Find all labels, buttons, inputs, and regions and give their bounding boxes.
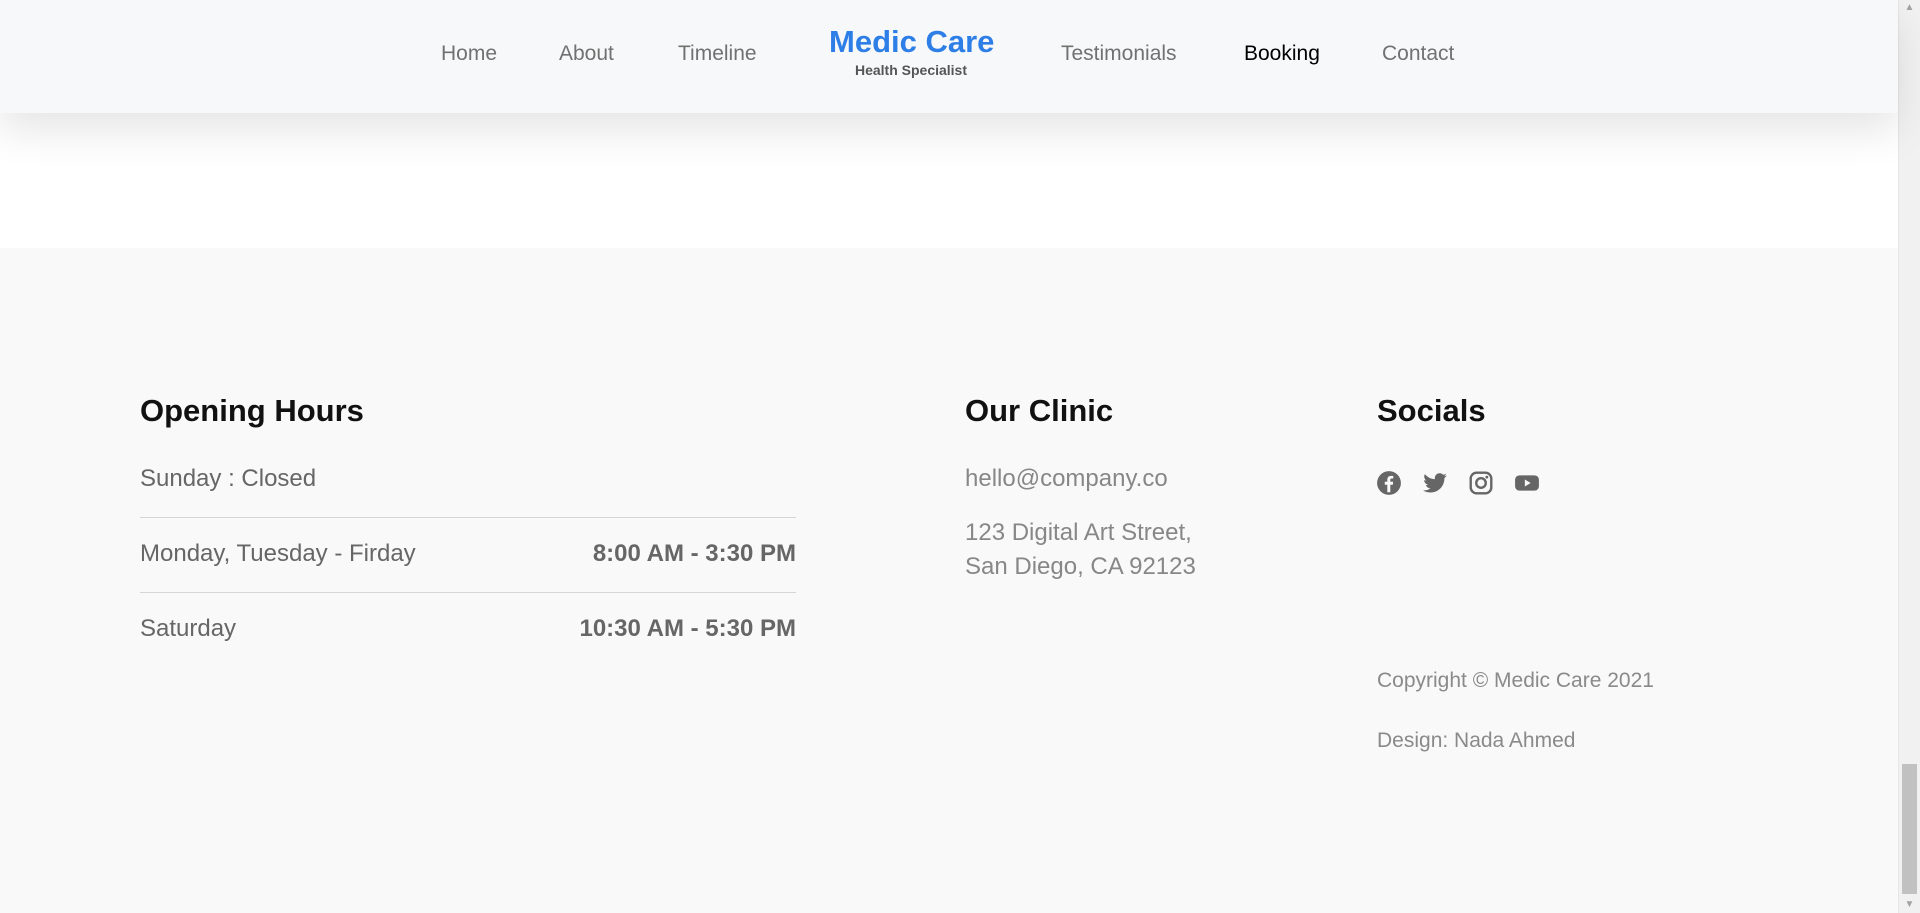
page: Home About Timeline Medic Care Health Sp… (0, 0, 1920, 913)
nav-link-timeline[interactable]: Timeline (678, 42, 757, 66)
footer: Opening Hours Sunday : Closed Monday, Tu… (0, 248, 1898, 913)
hours-divider (140, 517, 796, 518)
nav-link-home[interactable]: Home (441, 42, 497, 66)
clinic-email-link[interactable]: hello@company.co (965, 462, 1168, 496)
hours-day: Saturday (140, 615, 237, 642)
scroll-thumb[interactable] (1902, 764, 1917, 894)
clinic-address-line2: San Diego, CA 92123 (965, 553, 1196, 580)
hours-time: 8:00 AM - 3:30 PM (592, 540, 796, 567)
hours-row-sunday: Sunday : Closed (140, 462, 796, 536)
instagram-icon[interactable] (1468, 470, 1494, 496)
hours-day: Monday, Tuesday - Firday (140, 540, 416, 567)
social-icons (1376, 470, 1540, 498)
hours-divider (140, 592, 796, 593)
scroll-down-arrow[interactable]: ▼ (1899, 897, 1920, 913)
scroll-up-arrow[interactable]: ▲ (1899, 0, 1920, 16)
content-spacer (0, 113, 1898, 248)
our-clinic-title: Our Clinic (965, 393, 1114, 428)
scrollbar[interactable]: ▲ ▼ (1898, 0, 1920, 913)
youtube-icon[interactable] (1514, 470, 1540, 496)
clinic-address-line1: 123 Digital Art Street, (965, 519, 1192, 546)
hours-day: Sunday : Closed (140, 465, 317, 492)
hours-row-weekdays: Monday, Tuesday - Firday 8:00 AM - 3:30 … (140, 537, 796, 611)
brand-title: Medic Care (829, 24, 995, 59)
opening-hours-title: Opening Hours (140, 393, 364, 428)
copyright-text: Copyright © Medic Care 2021 (1377, 669, 1654, 692)
design-credit: Design: Nada Ahmed (1377, 729, 1576, 752)
facebook-icon[interactable] (1376, 470, 1402, 496)
hours-row-saturday: Saturday 10:30 AM - 5:30 PM (140, 612, 796, 686)
nav-link-booking[interactable]: Booking (1244, 42, 1320, 66)
nav-link-about[interactable]: About (559, 42, 614, 66)
twitter-icon[interactable] (1422, 470, 1448, 496)
brand-logo[interactable]: Medic Care Health Specialist (829, 22, 995, 78)
navbar: Home About Timeline Medic Care Health Sp… (0, 0, 1898, 113)
socials-title: Socials (1377, 393, 1486, 428)
nav-link-testimonials[interactable]: Testimonials (1061, 42, 1177, 66)
hours-time: 10:30 AM - 5:30 PM (579, 615, 796, 642)
brand-subtitle: Health Specialist (854, 62, 968, 78)
nav-link-contact[interactable]: Contact (1382, 42, 1454, 66)
